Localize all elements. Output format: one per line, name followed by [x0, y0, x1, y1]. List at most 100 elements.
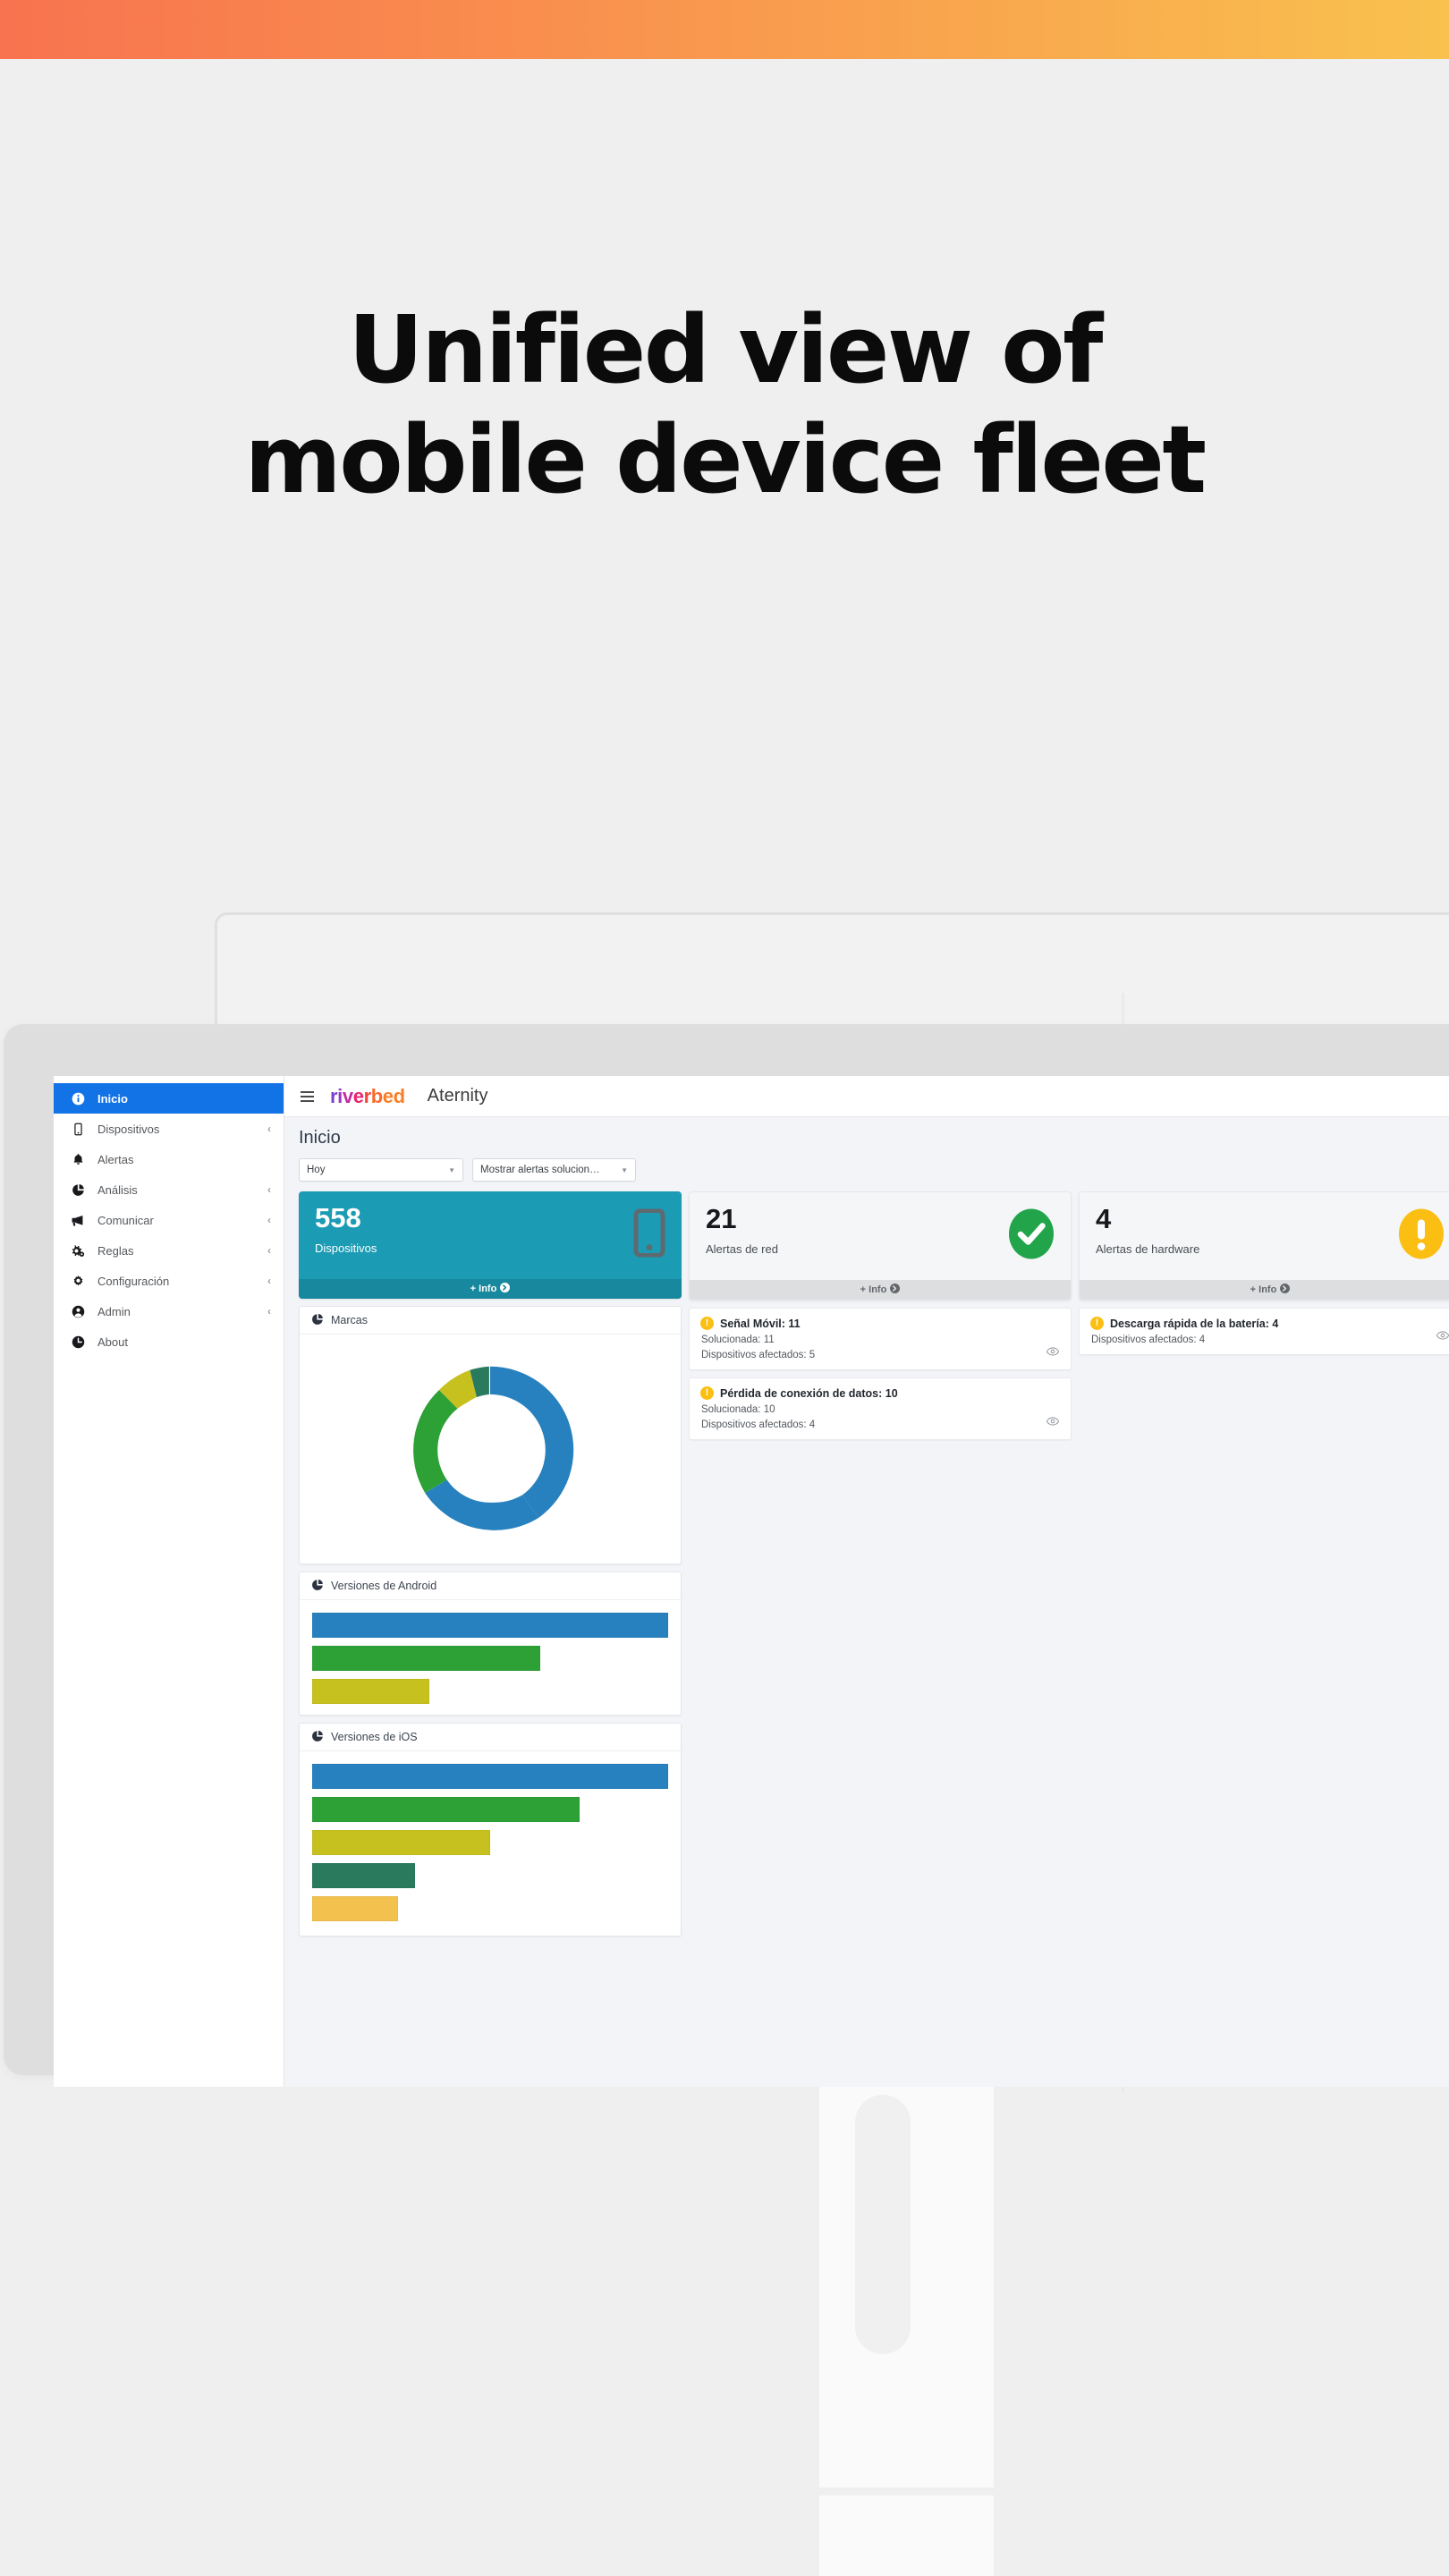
warning-icon: !	[1090, 1317, 1104, 1330]
alert-solved: Solucionada: 11	[701, 1335, 775, 1345]
kpi-label: Alertas de hardware	[1096, 1242, 1200, 1256]
kpi-card-devices[interactable]: 558 Dispositivos + Info	[299, 1191, 682, 1299]
chevron-left-icon: ‹	[267, 1183, 271, 1196]
pie-chart-icon	[311, 1313, 324, 1328]
sidebar-item-comunicar[interactable]: Comunicar ‹	[54, 1205, 284, 1235]
panel-body	[300, 1751, 681, 1936]
panel-title: Versiones de iOS	[331, 1731, 418, 1743]
sidebar-item-label: Configuración	[97, 1274, 170, 1288]
sidebar-item-analisis[interactable]: Análisis ‹	[54, 1174, 284, 1205]
power-cable-upper	[219, 2075, 1449, 2496]
alerts-filter-select[interactable]: Mostrar alertas solucion… ▼	[472, 1158, 636, 1182]
panel-ios-versions: Versiones de iOS	[299, 1723, 682, 1936]
gear-icon	[69, 1275, 87, 1288]
alert-title: Descarga rápida de la batería: 4	[1110, 1317, 1279, 1330]
filter-bar: Hoy ▼ Mostrar alertas solucion… ▼	[299, 1158, 1449, 1182]
megaphone-icon	[69, 1214, 87, 1227]
panel-title: Versiones de Android	[331, 1580, 437, 1592]
dashboard-content: Inicio Hoy ▼ Mostrar alertas solucion… ▼	[284, 1117, 1449, 2087]
main-area: riverbed Aternity Inicio Hoy ▼ Mostrar a…	[284, 1076, 1449, 2087]
alert-row-senal-movil[interactable]: ! Señal Móvil: 11 Solucionada: 11 Dispos…	[689, 1308, 1072, 1370]
sidebar-item-reglas[interactable]: Reglas ‹	[54, 1235, 284, 1266]
pie-chart-icon	[69, 1183, 87, 1197]
panel-header: Versiones de Android	[300, 1572, 681, 1600]
monitor-screen: Inicio Dispositivos ‹ Alertas Análisis ‹…	[54, 1076, 1449, 2087]
mobile-phone-icon	[633, 1208, 665, 1262]
alert-header: ! Señal Móvil: 11	[700, 1317, 1060, 1330]
alerts-filter-value: Mostrar alertas solucion…	[480, 1165, 600, 1175]
hamburger-icon[interactable]	[301, 1090, 314, 1102]
sidebar: Inicio Dispositivos ‹ Alertas Análisis ‹…	[54, 1076, 284, 2087]
kpi-value: 21	[706, 1203, 737, 1234]
clock-icon	[69, 1335, 87, 1349]
alert-row-perdida-conexion[interactable]: ! Pérdida de conexión de datos: 10 Soluc…	[689, 1377, 1072, 1440]
sidebar-item-inicio[interactable]: Inicio	[54, 1083, 284, 1114]
bar-ios-2	[312, 1797, 580, 1822]
exclamation-circle-icon	[1398, 1208, 1445, 1265]
sidebar-item-label: Dispositivos	[97, 1122, 160, 1136]
chevron-left-icon: ‹	[267, 1275, 271, 1287]
sidebar-item-label: Alertas	[97, 1152, 134, 1166]
page-root: Unified view of mobile device fleet Inic…	[0, 0, 1449, 2576]
arrow-circle-right-icon	[500, 1283, 511, 1295]
chevron-down-icon: ▼	[448, 1165, 455, 1174]
period-select-value: Hoy	[307, 1165, 326, 1175]
chevron-down-icon: ▼	[621, 1165, 628, 1174]
sidebar-item-label: Reglas	[97, 1243, 134, 1258]
pie-chart-icon	[311, 1579, 324, 1594]
bar-ios-5	[312, 1896, 398, 1921]
sidebar-item-about[interactable]: About	[54, 1326, 284, 1357]
sidebar-item-admin[interactable]: Admin ‹	[54, 1296, 284, 1326]
warning-icon: !	[700, 1386, 714, 1400]
eye-icon[interactable]	[1046, 1414, 1060, 1430]
gears-icon	[69, 1244, 87, 1258]
kpi-value: 558	[315, 1202, 361, 1233]
sidebar-item-label: About	[97, 1335, 128, 1349]
panel-body	[300, 1335, 681, 1563]
column-devices: 558 Dispositivos + Info Marcas Versiones…	[299, 1191, 682, 1944]
hero-section: Unified view of mobile device fleet	[0, 295, 1449, 514]
riverbed-logo: riverbed	[330, 1084, 405, 1107]
product-name: Aternity	[427, 1086, 488, 1106]
panel-title: Marcas	[331, 1314, 368, 1326]
hero-line-1: Unified view of	[348, 295, 1103, 404]
kpi-more-link[interactable]: + Info	[299, 1279, 682, 1299]
arrow-circle-right-icon	[1280, 1284, 1291, 1296]
sidebar-item-label: Análisis	[97, 1182, 138, 1197]
breadcrumb-title: Inicio	[299, 1128, 341, 1148]
kpi-card-network-alerts[interactable]: 21 Alertas de red + Info	[689, 1191, 1072, 1301]
sidebar-item-label: Admin	[97, 1304, 131, 1318]
eye-icon[interactable]	[1046, 1344, 1060, 1360]
aternity-app: Inicio Dispositivos ‹ Alertas Análisis ‹…	[54, 1076, 1449, 2087]
mobile-phone-icon	[69, 1123, 87, 1136]
sidebar-item-configuracion[interactable]: Configuración ‹	[54, 1266, 284, 1296]
sidebar-item-dispositivos[interactable]: Dispositivos ‹	[54, 1114, 284, 1144]
alert-title: Pérdida de conexión de datos: 10	[720, 1386, 898, 1400]
alert-row-descarga-bateria[interactable]: ! Descarga rápida de la batería: 4 Dispo…	[1079, 1308, 1449, 1355]
kpi-label: Alertas de red	[706, 1242, 778, 1256]
eye-icon[interactable]	[1436, 1328, 1449, 1344]
chevron-left-icon: ‹	[267, 1244, 271, 1257]
alert-header: ! Descarga rápida de la batería: 4	[1090, 1317, 1449, 1330]
kpi-card-hardware-alerts[interactable]: 4 Alertas de hardware + Info	[1079, 1191, 1449, 1301]
bar-ios-1	[312, 1764, 668, 1789]
alert-affected: Dispositivos afectados: 5	[701, 1350, 816, 1360]
pie-chart-icon	[311, 1730, 324, 1745]
kpi-body: 21 Alertas de red	[690, 1192, 1071, 1280]
top-navbar: riverbed Aternity	[284, 1076, 1449, 1117]
bar-ios-3	[312, 1830, 490, 1855]
kpi-body: 558 Dispositivos	[299, 1191, 682, 1279]
kpi-more-link[interactable]: + Info	[690, 1280, 1071, 1300]
sidebar-item-alertas[interactable]: Alertas	[54, 1144, 284, 1174]
kpi-body: 4 Alertas de hardware	[1080, 1192, 1449, 1280]
chevron-left-icon: ‹	[267, 1214, 271, 1226]
alert-header: ! Pérdida de conexión de datos: 10	[700, 1386, 1060, 1400]
kpi-more-link[interactable]: + Info	[1080, 1280, 1449, 1300]
hero-line-2: mobile device fleet	[244, 404, 1207, 514]
panel-header: Marcas	[300, 1307, 681, 1335]
panel-marcas: Marcas	[299, 1306, 682, 1564]
sidebar-item-label: Inicio	[97, 1091, 128, 1106]
period-select[interactable]: Hoy ▼	[299, 1158, 463, 1182]
alert-solved: Solucionada: 10	[701, 1404, 775, 1415]
kpi-more-label: + Info	[1250, 1284, 1277, 1295]
